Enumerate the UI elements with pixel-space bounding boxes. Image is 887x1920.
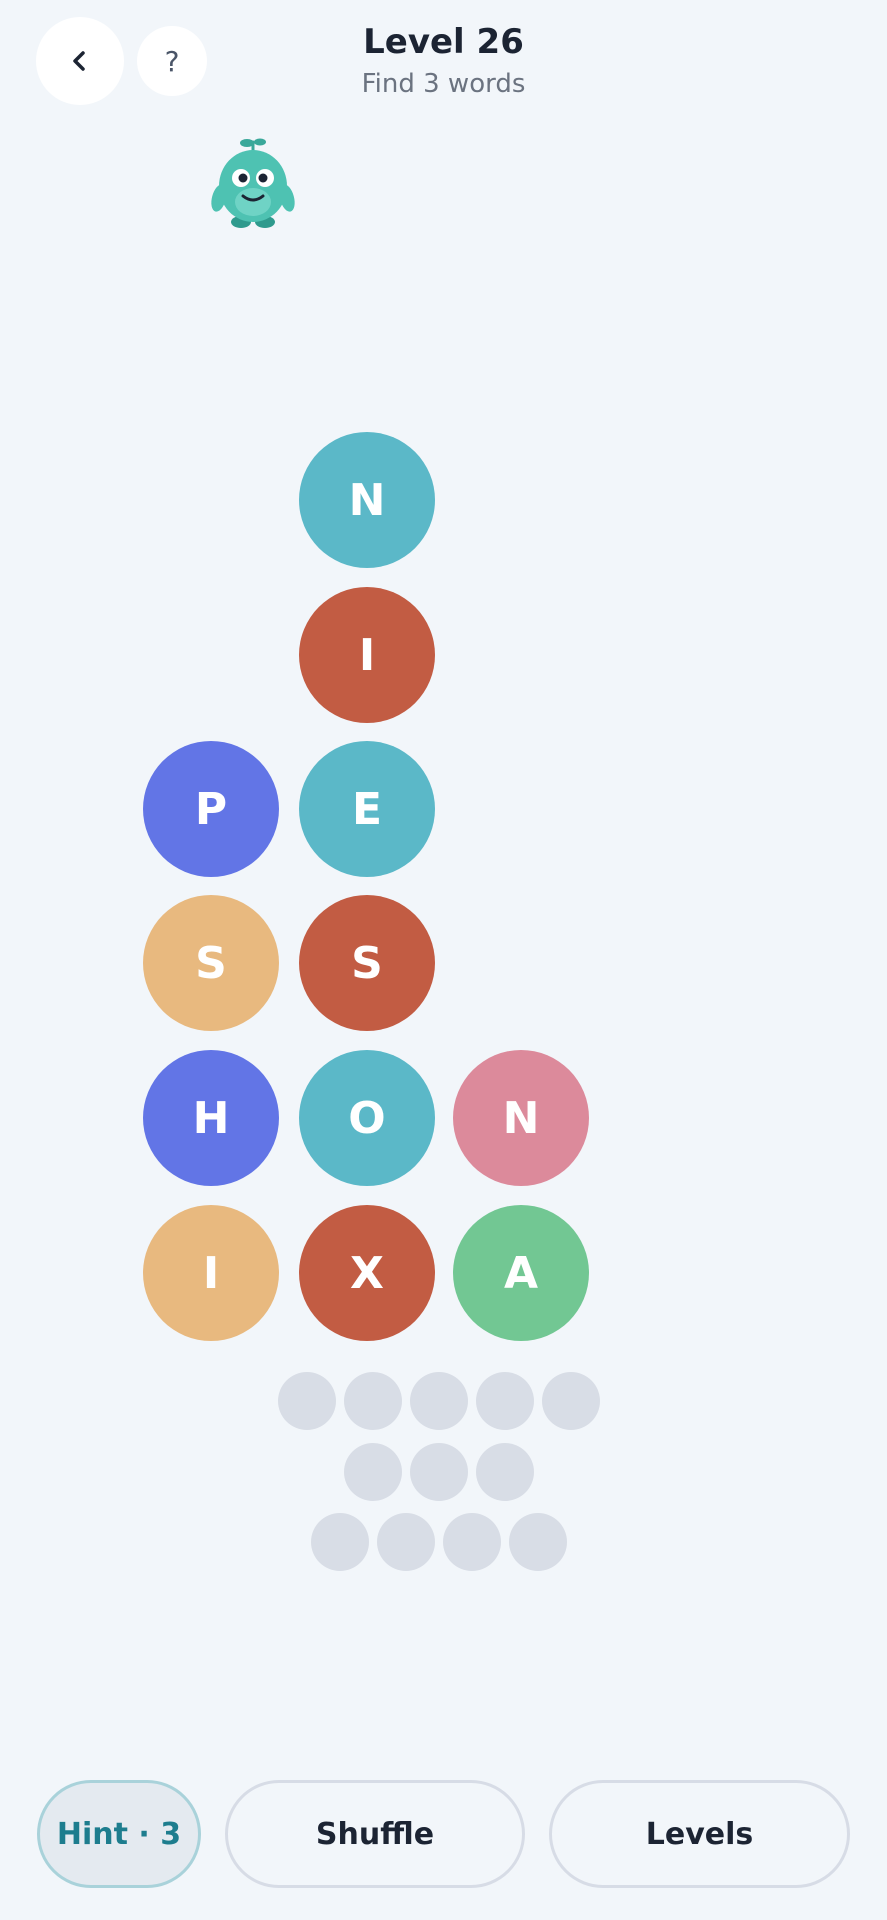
letter-tile[interactable]: N — [299, 432, 435, 568]
word-slot — [344, 1443, 402, 1501]
word-slot — [443, 1513, 501, 1571]
shuffle-button[interactable]: Shuffle — [225, 1780, 525, 1888]
word-slot — [410, 1443, 468, 1501]
letter-tile[interactable]: S — [299, 895, 435, 1031]
letter-tile[interactable]: I — [143, 1205, 279, 1341]
mascot-icon — [211, 138, 295, 228]
letter-tile[interactable]: I — [299, 587, 435, 723]
page-subtitle: Find 3 words — [361, 69, 526, 99]
letter-tile[interactable]: H — [143, 1050, 279, 1186]
letter-tile[interactable]: N — [453, 1050, 589, 1186]
letter-tile[interactable]: S — [143, 895, 279, 1031]
word-slot — [542, 1372, 600, 1430]
word-slot — [377, 1513, 435, 1571]
word-slot — [476, 1443, 534, 1501]
letter-tile[interactable]: A — [453, 1205, 589, 1341]
word-slot — [311, 1513, 369, 1571]
letter-tile[interactable]: P — [143, 741, 279, 877]
word-slot — [476, 1372, 534, 1430]
letter-tile[interactable]: O — [299, 1050, 435, 1186]
word-slot — [509, 1513, 567, 1571]
word-slot — [410, 1372, 468, 1430]
word-slot — [344, 1372, 402, 1430]
letter-tile[interactable]: E — [299, 741, 435, 877]
letter-tile[interactable]: X — [299, 1205, 435, 1341]
hint-button[interactable]: Hint · 3 — [37, 1780, 201, 1888]
levels-button[interactable]: Levels — [549, 1780, 850, 1888]
page-title: Level 26 — [363, 22, 524, 62]
word-slot — [278, 1372, 336, 1430]
